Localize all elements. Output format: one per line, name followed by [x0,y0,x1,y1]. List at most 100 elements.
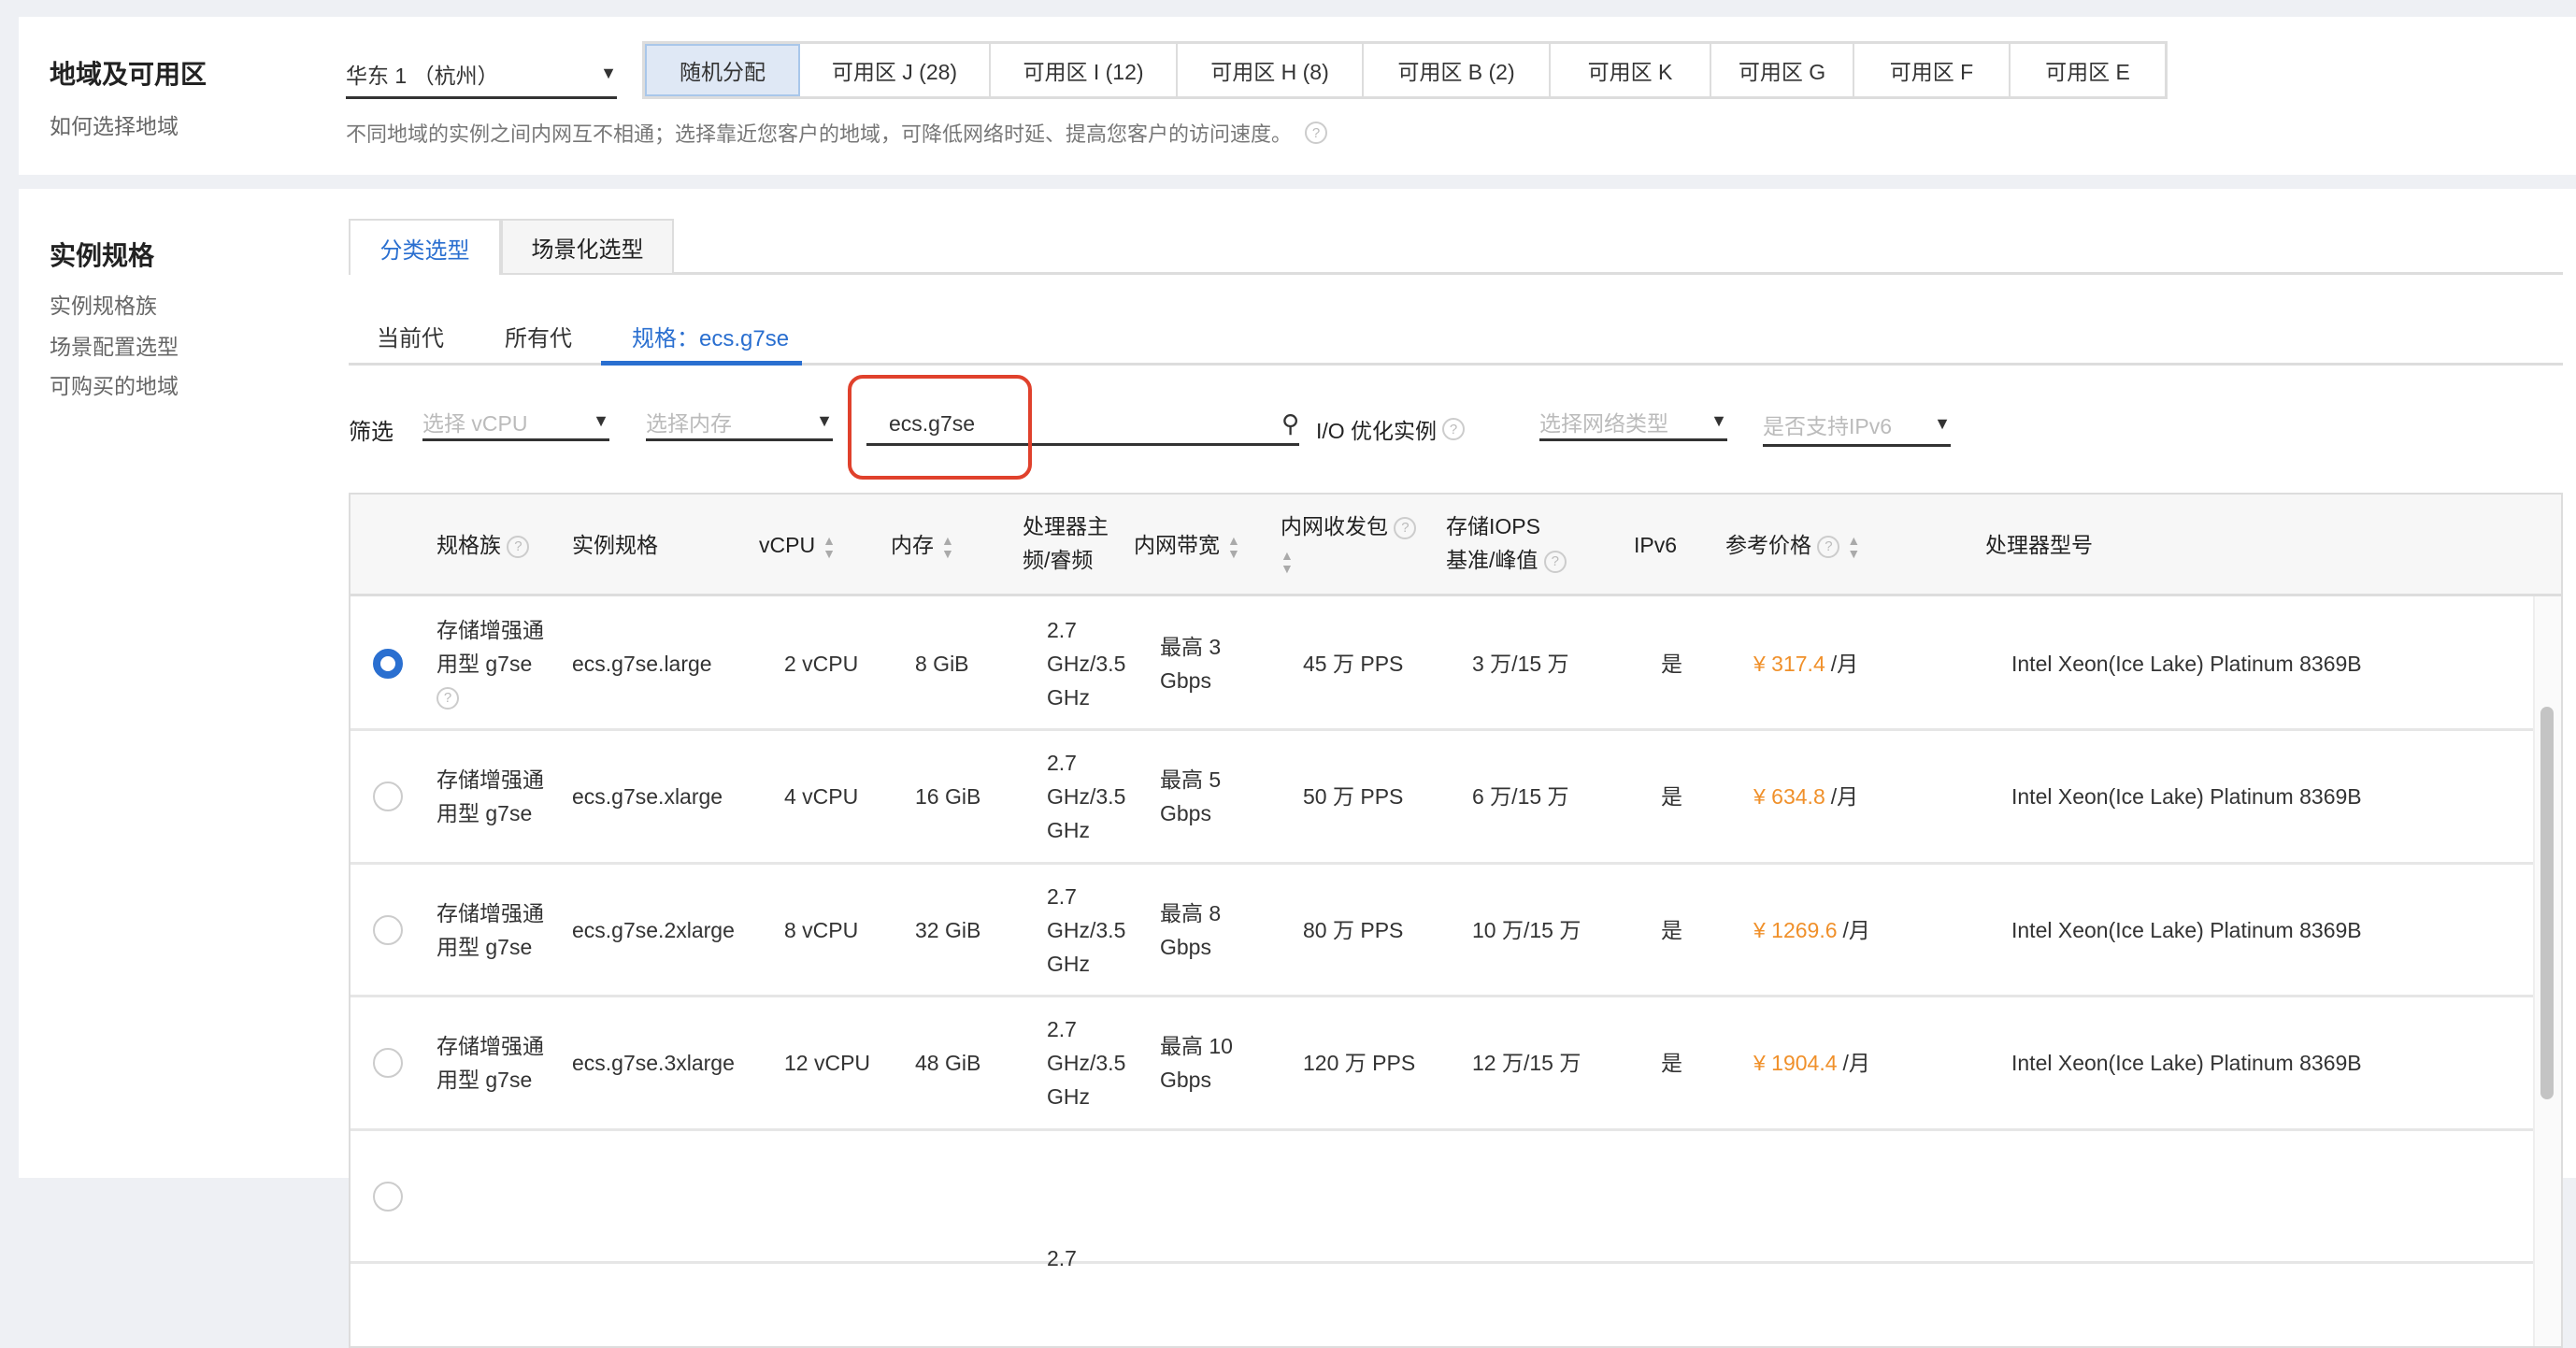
cell-iops: 6 万/15 万 [1472,780,1569,813]
cell-iops-iops: 10 万/15 万 [1472,913,1581,947]
instance-table: 规格族 ? 实例规格 vCPU▲▼ 内存▲▼ 处理器主频/睿频 内网带宽▲▼ 内… [349,493,2563,1348]
link-instance-family[interactable]: 实例规格族 [50,288,157,320]
col-memory-label: 内存 [891,533,934,557]
cell-mem: 48 GiB [915,1046,980,1080]
col-vcpu[interactable]: vCPU▲▼ [759,528,836,562]
cell-price-unit: /月 [1843,1051,1870,1075]
row-radio[interactable] [373,782,403,811]
cell-cpu-cpu: Intel Xeon(Ice Lake) Platinum 8369B [2011,647,2362,681]
row-radio[interactable] [373,1048,403,1078]
help-icon[interactable]: ? [1394,517,1416,539]
zone-option[interactable]: 可用区 I (12) [991,44,1178,96]
highlight-box [848,375,1032,480]
cell-mem-mem: 32 GiB [915,913,980,947]
subtab-current-gen[interactable]: 当前代 [377,320,444,352]
help-icon[interactable]: ? [1442,418,1465,440]
tab-scenario[interactable]: 场景化选型 [501,219,674,273]
cell-pps: 80 万 PPS [1303,913,1403,947]
row-radio[interactable] [373,649,403,679]
col-iops: 存储IOPS基准/峰值 ? [1446,509,1567,577]
cell-freq-f1: 2.7 [1047,1012,1125,1046]
subtab-spec-filter[interactable]: 规格：ecs.g7se [632,320,789,352]
table-scrollbar[interactable] [2540,707,2554,1099]
table-row[interactable]: 存储增强通用型 g7seecs.g7se.3xlarge12 vCPU48 Gi… [351,998,2533,1131]
cell-cpu: Intel Xeon(Ice Lake) Platinum 8369B [2011,780,2362,813]
caret-down-icon: ▼ [1710,411,1727,431]
col-pps[interactable]: 内网收发包 ?▲▼ [1281,509,1416,577]
cell-ipv6-ipv6: 是 [1661,913,1682,947]
subtab-all-gen[interactable]: 所有代 [505,320,572,352]
cell-spec: ecs.g7se.3xlarge [572,1046,735,1080]
cell-pps-pps: 80 万 PPS [1303,913,1403,947]
cell-freq: 2.7GHz/3.5GHz [1047,746,1125,847]
cell-ipv6-ipv6: 是 [1661,780,1682,813]
zone-option[interactable]: 可用区 J (28) [800,44,991,96]
cell-vcpu-vcpu: 8 vCPU [784,913,858,947]
tab-category[interactable]: 分类选型 [349,219,501,275]
cell-mem-mem: 16 GiB [915,780,980,813]
zone-option[interactable]: 可用区 G [1711,44,1854,96]
cell-bw: 最高 8Gbps [1160,896,1221,964]
table-row[interactable]: 存储增强通用型 g7seecs.g7se.xlarge4 vCPU16 GiB2… [351,732,2533,865]
cell-iops-iops: 3 万/15 万 [1472,647,1569,681]
help-icon[interactable]: ? [1817,536,1839,558]
cell-freq-f1: 2.7 [1047,1241,1077,1275]
cell-ipv6-ipv6: 是 [1661,1046,1682,1080]
cell-freq-f2: GHz/3.5 [1047,1046,1125,1080]
col-price[interactable]: 参考价格 ?▲▼ [1725,528,1860,562]
cell-bw: 最高 10Gbps [1160,1029,1233,1097]
ipv6-select[interactable]: 是否支持IPv6▼ [1763,404,1951,447]
cell-pps-pps: 45 万 PPS [1303,647,1403,681]
help-icon[interactable]: ? [1544,551,1567,573]
table-row[interactable]: 2.7 [351,1131,2533,1264]
vcpu-select[interactable]: 选择 vCPU▼ [422,404,609,441]
zone-option[interactable]: 可用区 F [1854,44,2011,96]
network-type-select[interactable]: 选择网络类型▼ [1539,404,1727,441]
cell-iops: 10 万/15 万 [1472,913,1581,947]
zone-option[interactable]: 可用区 H (8) [1178,44,1364,96]
table-scrollbar-track[interactable] [2533,596,2561,1346]
link-scenario-config[interactable]: 场景配置选型 [50,329,179,361]
sort-icon[interactable]: ▲▼ [823,534,836,560]
cell-spec-spec: ecs.g7se.2xlarge [572,913,735,947]
cell-freq-f2: GHz/3.5 [1047,647,1125,681]
cell-family-family1: 存储增强通 [436,613,544,647]
cell-iops-iops: 12 万/15 万 [1472,1046,1581,1080]
zone-option[interactable]: 可用区 E [2011,44,2165,96]
table-row[interactable]: 存储增强通用型 g7seecs.g7se.2xlarge8 vCPU32 GiB… [351,865,2533,997]
sort-icon[interactable]: ▲▼ [1227,534,1240,560]
sort-icon[interactable]: ▲▼ [941,534,954,560]
cell-vcpu-vcpu: 12 vCPU [784,1046,870,1080]
cell-spec: ecs.g7se.xlarge [572,780,723,813]
table-row[interactable]: 存储增强通用型 g7se?ecs.g7se.large2 vCPU8 GiB2.… [351,598,2533,731]
cell-pps-pps: 120 万 PPS [1303,1046,1415,1080]
region-help-link[interactable]: 如何选择地域 [50,108,179,140]
sort-icon[interactable]: ▲▼ [1281,549,1294,575]
region-select[interactable]: 华东 1 （杭州） ▼ [346,50,617,99]
cell-mem: 8 GiB [915,647,969,681]
zone-option[interactable]: 可用区 B (2) [1364,44,1551,96]
help-icon[interactable]: ? [1305,122,1327,144]
help-icon[interactable]: ? [436,687,459,710]
row-radio[interactable] [373,915,403,945]
cell-vcpu: 2 vCPU [784,647,858,681]
cell-price-price: ¥ 1269.6 [1753,918,1838,942]
zone-option[interactable]: 随机分配 [645,44,800,96]
cell-bw-bw1: 最高 3 [1160,630,1221,664]
link-available-regions[interactable]: 可购买的地域 [50,368,179,400]
zone-option[interactable]: 可用区 K [1551,44,1711,96]
cell-ipv6: 是 [1661,1046,1682,1080]
row-radio[interactable] [373,1182,403,1212]
cell-cpu: Intel Xeon(Ice Lake) Platinum 8369B [2011,1046,2362,1080]
cell-pps-pps: 50 万 PPS [1303,780,1403,813]
col-memory[interactable]: 内存 ▲▼ [891,528,954,562]
col-family: 规格族 ? [436,528,529,562]
help-icon[interactable]: ? [507,536,529,558]
sort-icon[interactable]: ▲▼ [1847,534,1860,560]
region-section: 地域及可用区 如何选择地域 华东 1 （杭州） ▼ 随机分配可用区 J (28)… [19,17,2576,175]
memory-select[interactable]: 选择内存▼ [646,404,833,441]
search-icon[interactable]: ⚲ [1281,409,1299,438]
region-title: 地域及可用区 [50,54,207,92]
vcpu-placeholder: 选择 vCPU [422,406,527,437]
col-bandwidth[interactable]: 内网带宽▲▼ [1134,528,1240,562]
